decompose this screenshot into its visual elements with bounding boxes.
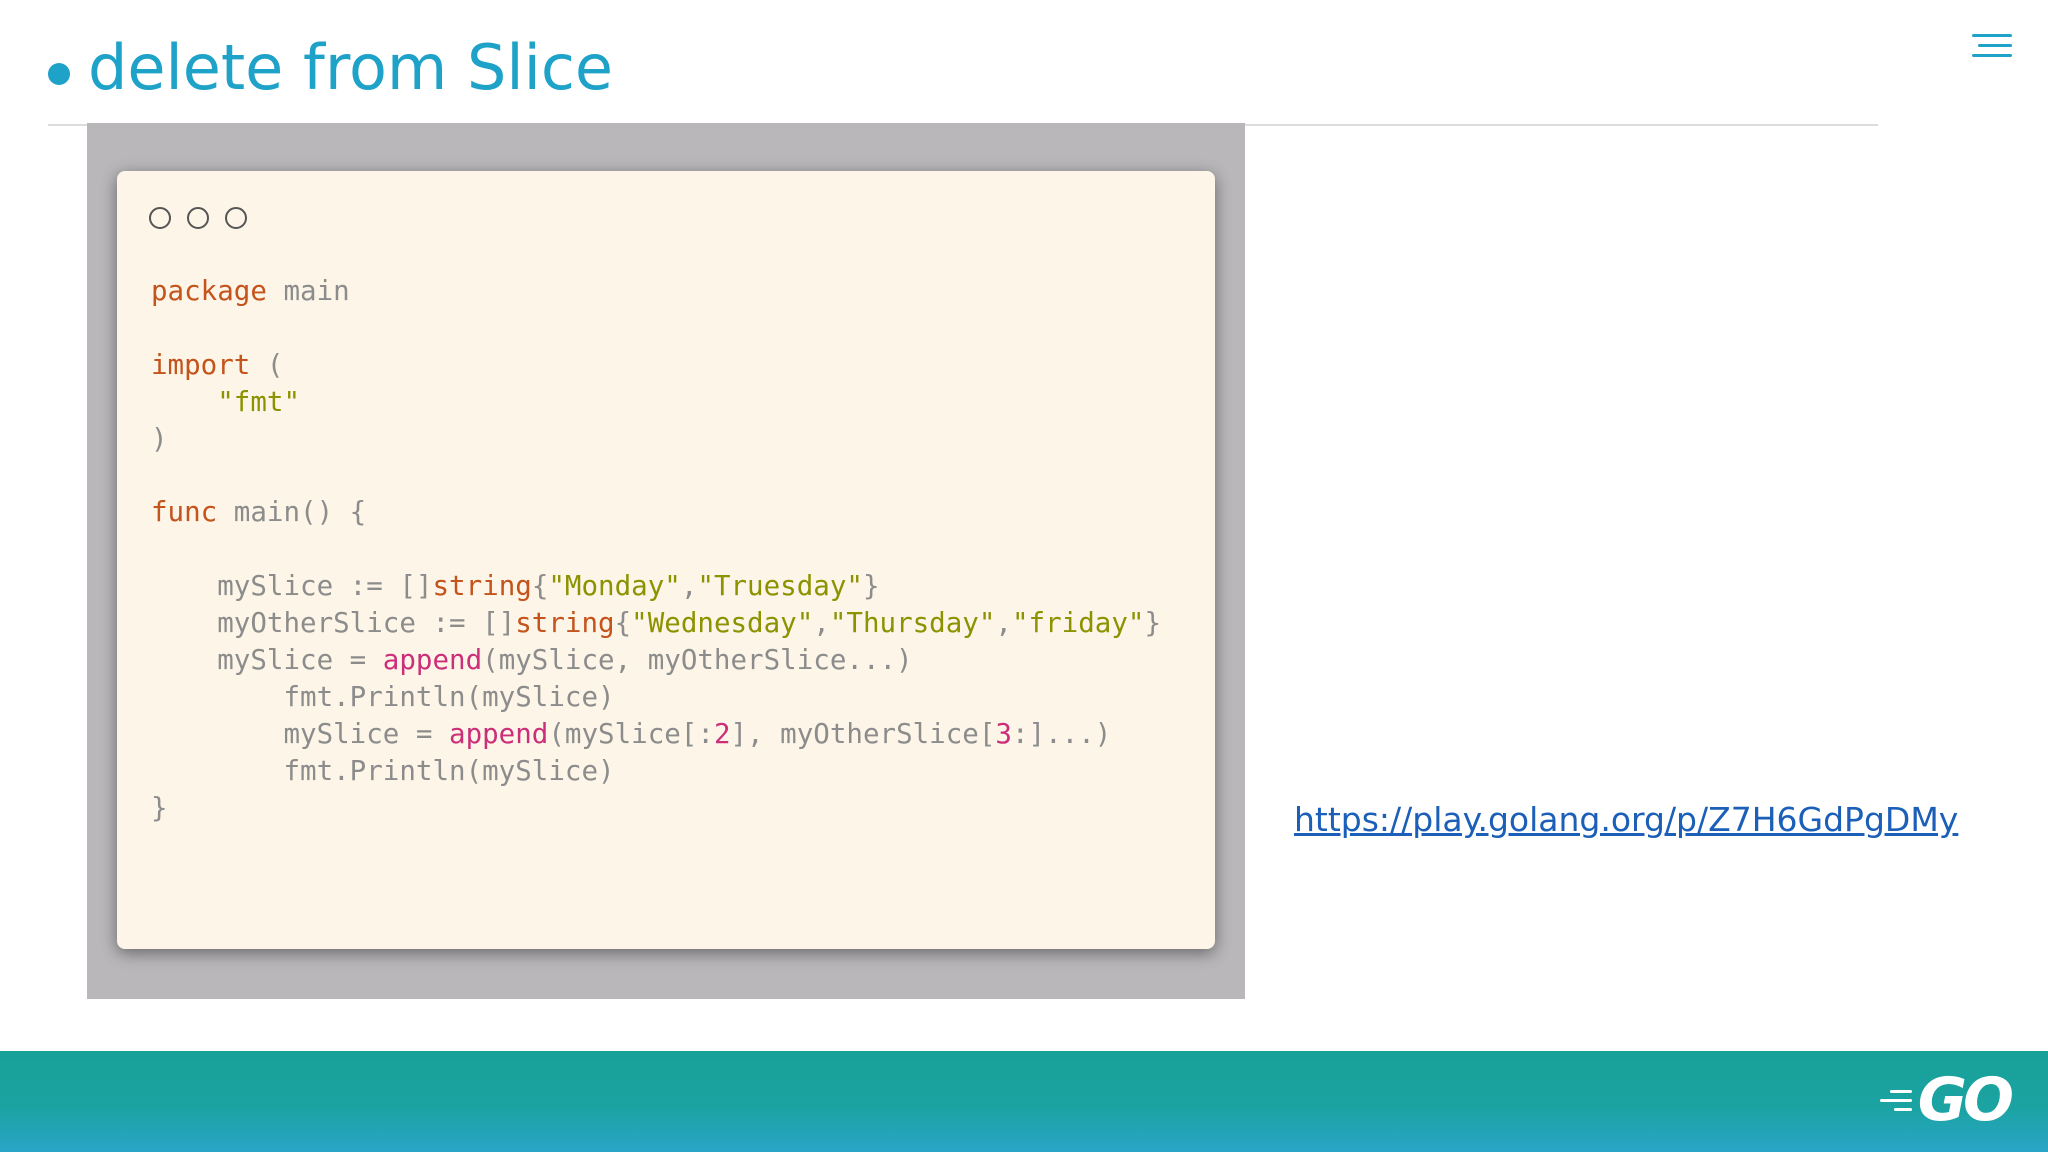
slide-title-row: delete from Slice [48, 26, 613, 110]
code-block: package main import ( "fmt" ) func main(… [151, 275, 1161, 824]
footer-bar: GO [0, 1051, 2048, 1152]
go-logo-text: GO [1917, 1065, 2014, 1135]
code-screenshot-frame: package main import ( "fmt" ) func main(… [87, 123, 1245, 999]
slide-title: delete from Slice [88, 31, 614, 104]
bullet-icon [48, 63, 70, 85]
menu-icon[interactable] [1972, 30, 2012, 62]
code-window: package main import ( "fmt" ) func main(… [117, 171, 1215, 949]
window-dot-icon [149, 207, 171, 229]
window-dot-icon [225, 207, 247, 229]
speed-lines-icon [1879, 1089, 1912, 1111]
go-logo: GO [1879, 1065, 2014, 1135]
playground-link[interactable]: https://play.golang.org/p/Z7H6GdPgDMy [1294, 800, 1958, 839]
window-dot-icon [187, 207, 209, 229]
window-controls [149, 207, 247, 229]
